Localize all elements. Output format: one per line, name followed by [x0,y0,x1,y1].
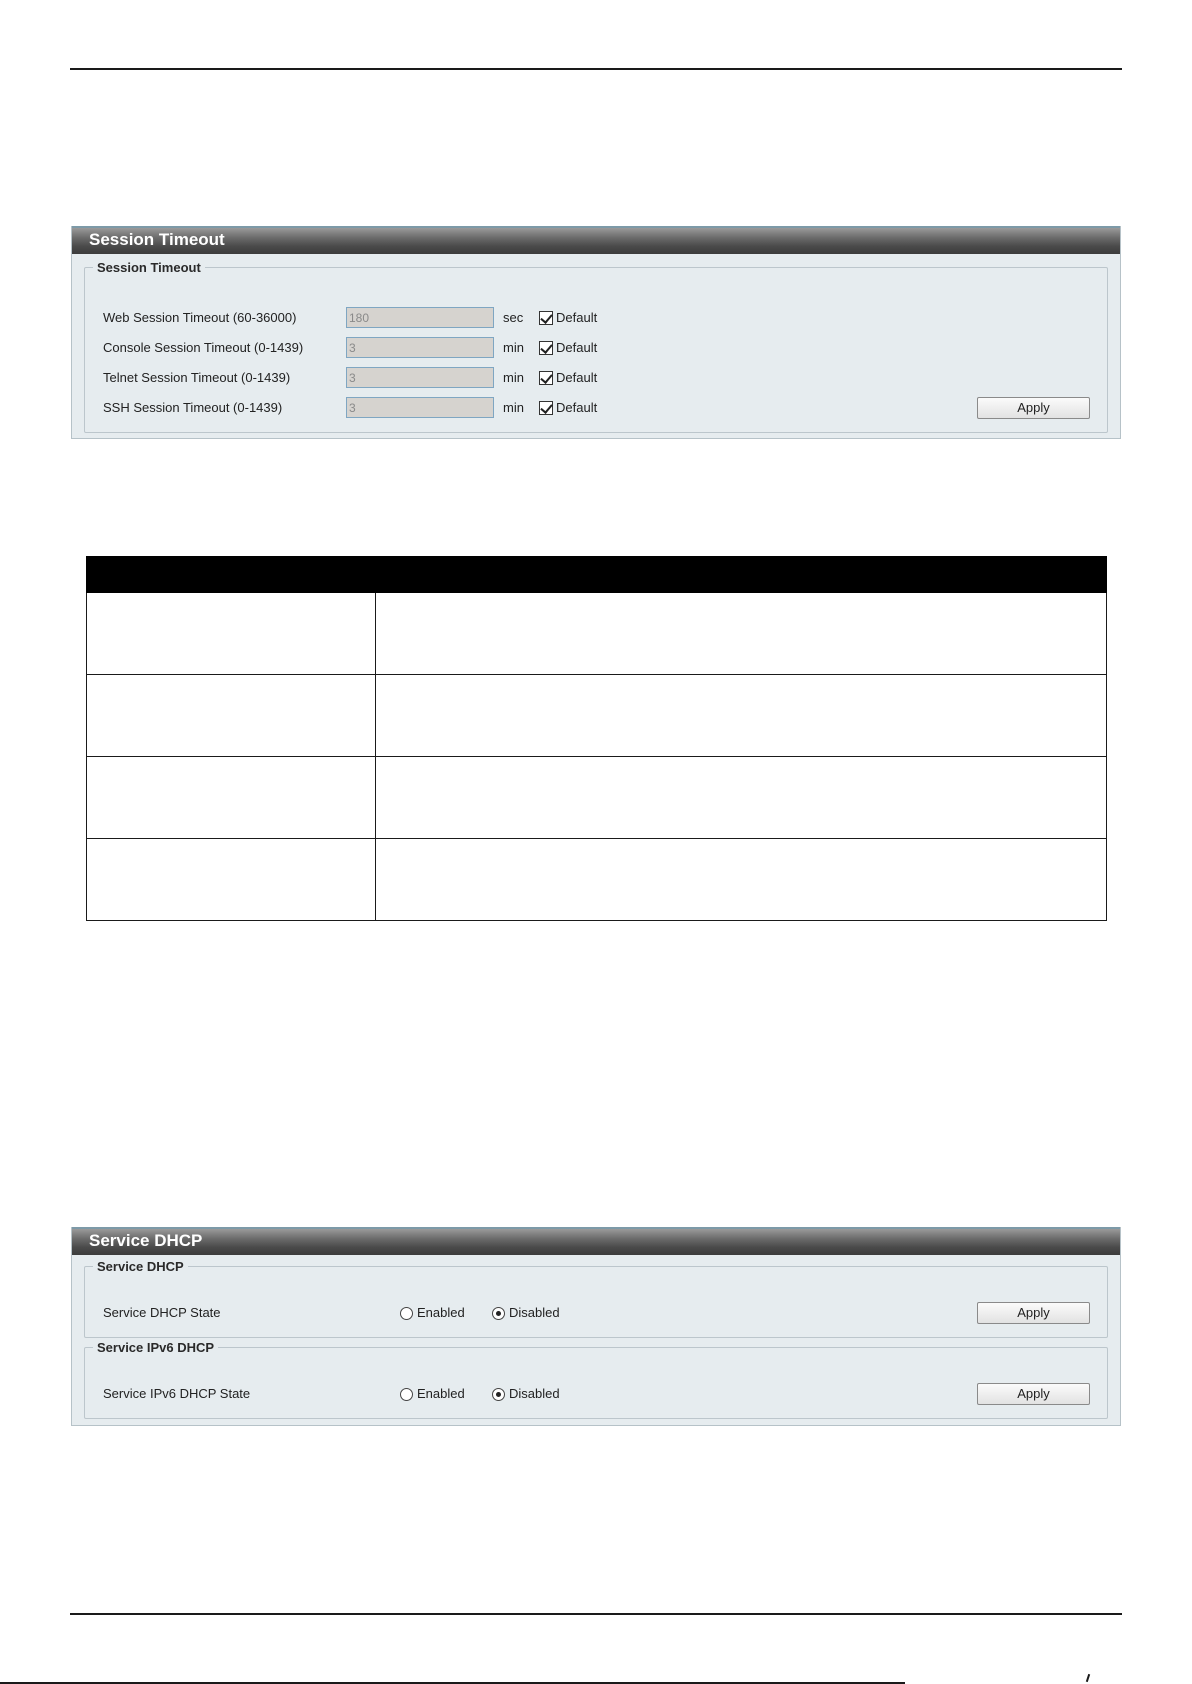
unit-label: sec [503,310,524,325]
group-title: Service IPv6 DHCP [97,1340,215,1355]
session-timeout-panel: Session Timeout Session Timeout Web Sess… [71,226,1121,439]
web-session-label: Web Session Timeout (60-36000) [103,310,297,325]
table-cell [86,838,376,921]
footer-rule [70,1613,1122,1615]
enabled-label: Enabled [417,1386,465,1401]
unit-label: min [503,400,524,415]
ssh-session-label: SSH Session Timeout (0-1439) [103,400,283,415]
default-label: Default [556,340,598,355]
service-dhcp-state-label: Service DHCP State [103,1305,221,1320]
table-row [86,674,1107,757]
web-session-row: Web Session Timeout (60-36000) sec Defau… [85,307,1107,329]
table-cell [375,674,1107,757]
disabled-radio[interactable] [492,1307,505,1320]
service-ipv6-dhcp-group: Service IPv6 DHCP Service IPv6 DHCP Stat… [84,1340,1108,1419]
table-cell [86,592,376,675]
table-row [86,838,1107,921]
footer-mark [1085,1673,1091,1683]
telnet-session-label: Telnet Session Timeout (0-1439) [103,370,291,385]
telnet-session-row: Telnet Session Timeout (0-1439) min Defa… [85,367,1107,389]
panel-title: Session Timeout [72,226,1120,254]
enabled-radio[interactable] [400,1307,413,1320]
table-row [86,756,1107,839]
service-dhcp-panel: Service DHCP Service DHCP Service DHCP S… [71,1227,1121,1426]
console-session-label: Console Session Timeout (0-1439) [103,340,304,355]
telnet-session-timeout-field[interactable] [346,367,494,388]
description-table [86,556,1107,921]
apply-button[interactable]: Apply [977,1302,1090,1324]
console-session-row: Console Session Timeout (0-1439) min Def… [85,337,1107,359]
group-title: Service DHCP [97,1259,184,1274]
table-cell [86,674,376,757]
ssh-session-row: SSH Session Timeout (0-1439) min Default… [85,397,1107,419]
table-row [86,592,1107,675]
apply-button[interactable]: Apply [977,1383,1090,1405]
service-dhcp-state-row: Service DHCP State Enabled Disabled Appl… [85,1302,1107,1324]
disabled-radio[interactable] [492,1388,505,1401]
console-session-timeout-field[interactable] [346,337,494,358]
table-cell [86,756,376,839]
group-title: Session Timeout [97,260,201,275]
service-ipv6-dhcp-state-row: Service IPv6 DHCP State Enabled Disabled… [85,1383,1107,1405]
table-header-cell [86,556,376,593]
table-header-row [86,556,1107,593]
telnet-default-checkbox[interactable] [539,371,553,385]
service-ipv6-dhcp-state-label: Service IPv6 DHCP State [103,1386,251,1401]
unit-label: min [503,340,524,355]
table-header-cell [375,556,1107,593]
apply-button[interactable]: Apply [977,397,1090,419]
service-dhcp-group: Service DHCP Service DHCP State Enabled … [84,1259,1108,1338]
default-label: Default [556,400,598,415]
default-label: Default [556,370,598,385]
disabled-label: Disabled [509,1386,560,1401]
table-cell [375,838,1107,921]
enabled-label: Enabled [417,1305,465,1320]
unit-label: min [503,370,524,385]
session-timeout-group: Session Timeout Web Session Timeout (60-… [84,260,1108,433]
ssh-default-checkbox[interactable] [539,401,553,415]
console-default-checkbox[interactable] [539,341,553,355]
disabled-label: Disabled [509,1305,560,1320]
ssh-session-timeout-field[interactable] [346,397,494,418]
web-default-checkbox[interactable] [539,311,553,325]
default-label: Default [556,310,598,325]
panel-title: Service DHCP [72,1227,1120,1255]
header-rule [70,68,1122,70]
table-cell [375,592,1107,675]
enabled-radio[interactable] [400,1388,413,1401]
table-cell [375,756,1107,839]
web-session-timeout-field[interactable] [346,307,494,328]
